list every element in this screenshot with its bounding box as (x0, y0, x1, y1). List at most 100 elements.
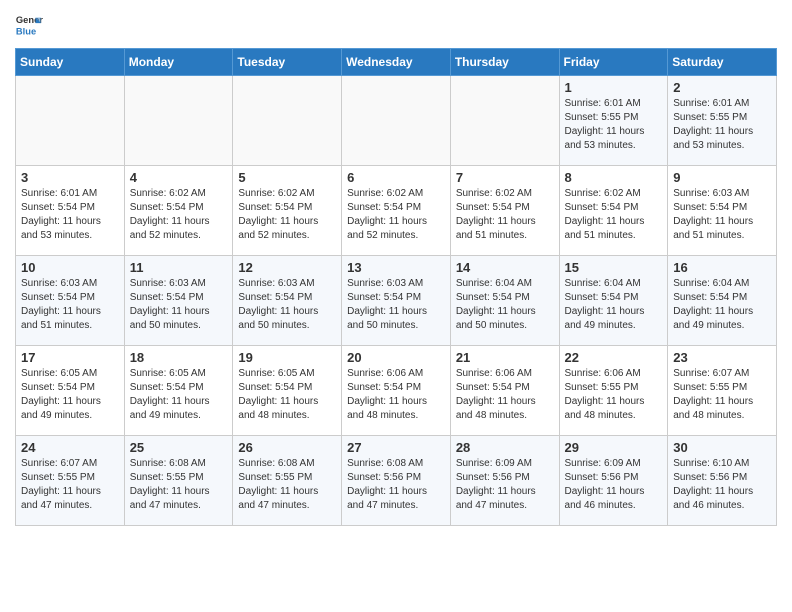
calendar-cell: 26Sunrise: 6:08 AM Sunset: 5:55 PM Dayli… (233, 436, 342, 526)
calendar-cell: 13 Sunrise: 6:03 AM Sunset: 5:54 PM Dayli… (342, 256, 451, 346)
calendar-cell: 3 Sunrise: 6:01 AM Sunset: 5:54 PM Daylig… (16, 166, 125, 256)
calendar-cell: 28 Sunrise: 6:09 AM Sunset: 5:56 PM Dayli… (450, 436, 559, 526)
day-info: Sunrise: 6:01 AM Sunset: 5:55 PM Dayligh… (565, 97, 663, 153)
calendar-cell (450, 76, 559, 166)
day-info: Sunrise: 6:01 AM Sunset: 5:54 PM Dayligh… (21, 187, 119, 243)
day-number: 10 (21, 260, 119, 275)
calendar-cell: 22 Sunrise: 6:06 AM Sunset: 5:55 PM Dayli… (559, 346, 668, 436)
day-info: Sunrise: 6:10 AM Sunset: 5:56 PM Dayligh… (673, 457, 771, 513)
calendar-week-row: 3 Sunrise: 6:01 AM Sunset: 5:54 PM Daylig… (16, 166, 777, 256)
day-number: 23 (673, 350, 771, 365)
day-info: Sunrise: 6:09 AM Sunset: 5:56 PM Dayligh… (456, 457, 554, 513)
day-number: 6 (347, 170, 445, 185)
calendar-cell: 16 Sunrise: 6:04 AM Sunset: 5:54 PM Dayli… (668, 256, 777, 346)
day-info: Sunrise: 6:07 AM Sunset: 5:55 PM Dayligh… (673, 367, 771, 423)
calendar-cell: 5 Sunrise: 6:02 AM Sunset: 5:54 PM Daylig… (233, 166, 342, 256)
calendar-cell: 1 Sunrise: 6:01 AM Sunset: 5:55 PM Daylig… (559, 76, 668, 166)
day-number: 13 (347, 260, 445, 275)
day-number: 7 (456, 170, 554, 185)
calendar-cell: 12 Sunrise: 6:03 AM Sunset: 5:54 PM Dayli… (233, 256, 342, 346)
svg-text:Blue: Blue (16, 26, 36, 36)
day-info: Sunrise: 6:05 AM Sunset: 5:54 PM Dayligh… (130, 367, 228, 423)
day-info: Sunrise: 6:03 AM Sunset: 5:54 PM Dayligh… (238, 277, 336, 333)
day-info: Sunrise: 6:03 AM Sunset: 5:54 PM Dayligh… (673, 187, 771, 243)
day-number: 9 (673, 170, 771, 185)
day-info: Sunrise: 6:06 AM Sunset: 5:55 PM Dayligh… (565, 367, 663, 423)
day-number: 2 (673, 80, 771, 95)
logo-icon: General Blue (15, 10, 43, 38)
calendar-cell: 11 Sunrise: 6:03 AM Sunset: 5:54 PM Dayli… (124, 256, 233, 346)
calendar-cell (342, 76, 451, 166)
day-info: Sunrise: 6:08 AM Sunset: 5:56 PM Dayligh… (347, 457, 445, 513)
calendar-table: SundayMondayTuesdayWednesdayThursdayFrid… (15, 48, 777, 526)
day-info: Sunrise: 6:09 AM Sunset: 5:56 PM Dayligh… (565, 457, 663, 513)
day-number: 11 (130, 260, 228, 275)
day-info: Sunrise: 6:04 AM Sunset: 5:54 PM Dayligh… (565, 277, 663, 333)
day-number: 25 (130, 440, 228, 455)
day-number: 16 (673, 260, 771, 275)
calendar-cell: 14 Sunrise: 6:04 AM Sunset: 5:54 PM Dayli… (450, 256, 559, 346)
calendar-cell: 18Sunrise: 6:05 AM Sunset: 5:54 PM Dayli… (124, 346, 233, 436)
day-info: Sunrise: 6:05 AM Sunset: 5:54 PM Dayligh… (21, 367, 119, 423)
calendar-cell (233, 76, 342, 166)
day-info: Sunrise: 6:03 AM Sunset: 5:54 PM Dayligh… (347, 277, 445, 333)
calendar-cell: 27Sunrise: 6:08 AM Sunset: 5:56 PM Dayli… (342, 436, 451, 526)
day-number: 14 (456, 260, 554, 275)
calendar-week-row: 10 Sunrise: 6:03 AM Sunset: 5:54 PM Dayli… (16, 256, 777, 346)
calendar-cell: 19Sunrise: 6:05 AM Sunset: 5:54 PM Dayli… (233, 346, 342, 436)
day-info: Sunrise: 6:07 AM Sunset: 5:55 PM Dayligh… (21, 457, 119, 513)
weekday-header-friday: Friday (559, 49, 668, 76)
calendar-cell (16, 76, 125, 166)
day-info: Sunrise: 6:01 AM Sunset: 5:55 PM Dayligh… (673, 97, 771, 153)
day-info: Sunrise: 6:04 AM Sunset: 5:54 PM Dayligh… (456, 277, 554, 333)
calendar-cell: 24 Sunrise: 6:07 AM Sunset: 5:55 PM Dayli… (16, 436, 125, 526)
calendar-cell: 21 Sunrise: 6:06 AM Sunset: 5:54 PM Dayli… (450, 346, 559, 436)
day-number: 17 (21, 350, 119, 365)
day-number: 5 (238, 170, 336, 185)
day-number: 24 (21, 440, 119, 455)
day-number: 1 (565, 80, 663, 95)
day-info: Sunrise: 6:06 AM Sunset: 5:54 PM Dayligh… (456, 367, 554, 423)
day-number: 3 (21, 170, 119, 185)
calendar-cell: 17 Sunrise: 6:05 AM Sunset: 5:54 PM Dayli… (16, 346, 125, 436)
day-number: 22 (565, 350, 663, 365)
calendar-week-row: 1 Sunrise: 6:01 AM Sunset: 5:55 PM Daylig… (16, 76, 777, 166)
day-info: Sunrise: 6:08 AM Sunset: 5:55 PM Dayligh… (130, 457, 228, 513)
day-number: 12 (238, 260, 336, 275)
page-header: General Blue (15, 10, 777, 38)
calendar-cell: 4Sunrise: 6:02 AM Sunset: 5:54 PM Daylig… (124, 166, 233, 256)
calendar-cell: 9 Sunrise: 6:03 AM Sunset: 5:54 PM Daylig… (668, 166, 777, 256)
weekday-header-monday: Monday (124, 49, 233, 76)
day-info: Sunrise: 6:05 AM Sunset: 5:54 PM Dayligh… (238, 367, 336, 423)
day-info: Sunrise: 6:04 AM Sunset: 5:54 PM Dayligh… (673, 277, 771, 333)
logo: General Blue (15, 10, 45, 38)
day-number: 26 (238, 440, 336, 455)
day-info: Sunrise: 6:02 AM Sunset: 5:54 PM Dayligh… (347, 187, 445, 243)
day-info: Sunrise: 6:03 AM Sunset: 5:54 PM Dayligh… (21, 277, 119, 333)
calendar-cell: 6 Sunrise: 6:02 AM Sunset: 5:54 PM Daylig… (342, 166, 451, 256)
day-number: 8 (565, 170, 663, 185)
calendar-cell: 23 Sunrise: 6:07 AM Sunset: 5:55 PM Dayli… (668, 346, 777, 436)
calendar-cell: 20 Sunrise: 6:06 AM Sunset: 5:54 PM Dayli… (342, 346, 451, 436)
day-number: 28 (456, 440, 554, 455)
day-number: 20 (347, 350, 445, 365)
day-number: 15 (565, 260, 663, 275)
calendar-cell: 25 Sunrise: 6:08 AM Sunset: 5:55 PM Dayli… (124, 436, 233, 526)
day-number: 30 (673, 440, 771, 455)
day-number: 29 (565, 440, 663, 455)
calendar-cell: 7Sunrise: 6:02 AM Sunset: 5:54 PM Daylig… (450, 166, 559, 256)
day-number: 21 (456, 350, 554, 365)
calendar-week-row: 24 Sunrise: 6:07 AM Sunset: 5:55 PM Dayli… (16, 436, 777, 526)
weekday-header-tuesday: Tuesday (233, 49, 342, 76)
day-info: Sunrise: 6:03 AM Sunset: 5:54 PM Dayligh… (130, 277, 228, 333)
calendar-cell: 30 Sunrise: 6:10 AM Sunset: 5:56 PM Dayli… (668, 436, 777, 526)
weekday-header-wednesday: Wednesday (342, 49, 451, 76)
day-info: Sunrise: 6:02 AM Sunset: 5:54 PM Dayligh… (238, 187, 336, 243)
day-info: Sunrise: 6:02 AM Sunset: 5:54 PM Dayligh… (565, 187, 663, 243)
day-info: Sunrise: 6:02 AM Sunset: 5:54 PM Dayligh… (130, 187, 228, 243)
weekday-header-saturday: Saturday (668, 49, 777, 76)
calendar-cell: 2 Sunrise: 6:01 AM Sunset: 5:55 PM Daylig… (668, 76, 777, 166)
day-info: Sunrise: 6:06 AM Sunset: 5:54 PM Dayligh… (347, 367, 445, 423)
weekday-header-thursday: Thursday (450, 49, 559, 76)
calendar-cell: 10 Sunrise: 6:03 AM Sunset: 5:54 PM Dayli… (16, 256, 125, 346)
